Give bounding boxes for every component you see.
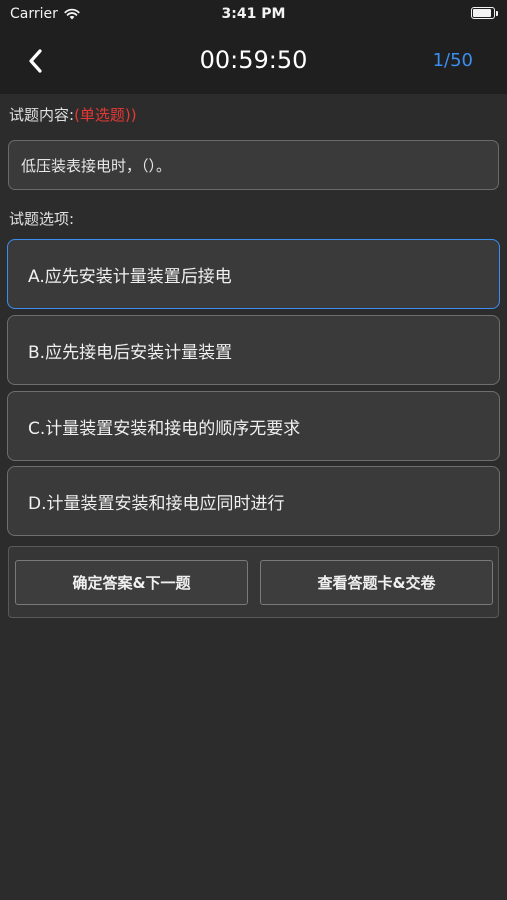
confirm-next-button[interactable]: 确定答案&下一题 [15,560,248,605]
battery-icon [471,7,498,19]
option-b[interactable]: B.应先接电后安装计量装置 [7,315,500,385]
options-label: 试题选项: [9,210,75,228]
question-label: 试题内容: [9,106,75,124]
question-header: 试题内容:(单选题)) [9,104,137,125]
nav-bar: 00:59:50 1/50 [0,28,507,94]
action-panel: 确定答案&下一题 查看答题卡&交卷 [8,546,499,618]
question-counter[interactable]: 1/50 [433,50,473,71]
question-text-box: 低压装表接电时，（）。 [8,140,499,190]
answer-card-submit-button[interactable]: 查看答题卡&交卷 [260,560,493,605]
battery-level [473,9,491,17]
option-a-text: A.应先安装计量装置后接电 [28,266,232,287]
option-d[interactable]: D.计量装置安装和接电应同时进行 [7,466,500,536]
question-text: 低压装表接电时，（）。 [21,156,172,175]
option-a[interactable]: A.应先安装计量装置后接电 [7,239,500,309]
question-type-badge: (单选题)) [74,106,137,124]
countdown-timer: 00:59:50 [199,46,308,74]
status-time: 3:41 PM [221,6,286,22]
option-d-text: D.计量装置安装和接电应同时进行 [28,493,285,514]
option-b-text: B.应先接电后安装计量装置 [28,342,233,363]
status-bar: Carrier 3:41 PM [0,0,507,28]
option-c-text: C.计量装置安装和接电的顺序无要求 [28,418,301,439]
option-c[interactable]: C.计量装置安装和接电的顺序无要求 [7,391,500,461]
